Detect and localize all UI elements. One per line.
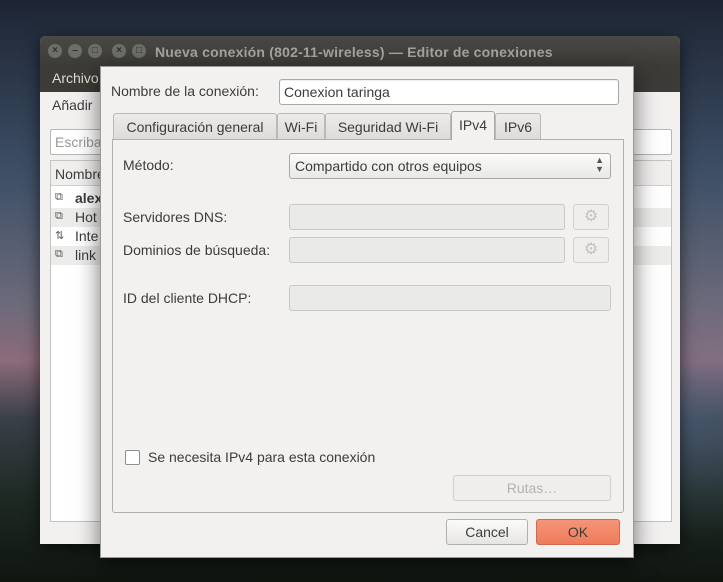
maximize-window-icon[interactable]: □ xyxy=(88,44,102,58)
connection-settings-dialog: Nombre de la conexión: Conexion taringa … xyxy=(100,66,634,558)
tab-label: IPv6 xyxy=(503,119,532,135)
dns-servers-label: Servidores DNS: xyxy=(123,209,228,225)
tab-ipv6[interactable]: IPv6 xyxy=(495,113,541,140)
tab-ipv4[interactable]: IPv4 xyxy=(451,111,495,140)
method-value: Compartido con otros equipos xyxy=(295,158,482,174)
list-item-label: link xyxy=(75,247,97,263)
method-label: Método: xyxy=(123,157,174,173)
cancel-button-label: Cancel xyxy=(465,524,509,540)
require-ipv4-label: Se necesita IPv4 para esta conexión xyxy=(148,449,376,465)
menu-archivo[interactable]: Archivo xyxy=(52,70,99,86)
minimize-window-icon[interactable]: – xyxy=(68,44,82,58)
wifi-icon: ⧉ xyxy=(55,248,63,260)
maximize-dialog-icon[interactable]: □ xyxy=(132,44,146,58)
tab-label: Wi-Fi xyxy=(284,119,318,135)
ok-button[interactable]: OK xyxy=(536,519,620,545)
tab-seguridad-wifi[interactable]: Seguridad Wi-Fi xyxy=(325,113,451,140)
wifi-icon: ⧉ xyxy=(55,210,63,222)
connection-name-value: Conexion taringa xyxy=(284,84,390,100)
list-item-label: Inte xyxy=(75,228,99,244)
window-titlebar: × – □ × □ Nueva conexión (802-11-wireles… xyxy=(40,36,680,66)
tab-label: IPv4 xyxy=(458,117,487,133)
method-select[interactable]: Compartido con otros equipos ▲ ▼ xyxy=(289,153,611,179)
routes-button-label: Rutas… xyxy=(506,480,558,496)
routes-button[interactable]: Rutas… xyxy=(453,475,611,501)
dns-servers-input[interactable] xyxy=(289,204,565,230)
list-header-name: Nombre xyxy=(55,166,105,182)
close-window-icon[interactable]: × xyxy=(48,44,62,58)
wifi-icon: ⧉ xyxy=(55,191,63,203)
search-domains-gear-icon[interactable]: ⚙ xyxy=(573,237,609,263)
ok-button-label: OK xyxy=(567,524,589,540)
search-placeholder: Escriba xyxy=(55,134,102,150)
search-domains-input[interactable] xyxy=(289,237,565,263)
search-domains-label: Dominios de búsqueda: xyxy=(123,242,271,258)
tab-configuracion-general[interactable]: Configuración general xyxy=(113,113,277,140)
tab-wifi[interactable]: Wi-Fi xyxy=(277,113,325,140)
wired-icon: ⇅ xyxy=(55,230,65,242)
dns-gear-icon[interactable]: ⚙ xyxy=(573,204,609,230)
list-item-label: Hot xyxy=(75,209,97,225)
connection-name-label: Nombre de la conexión: xyxy=(111,83,259,99)
close-dialog-icon[interactable]: × xyxy=(112,44,126,58)
cancel-button[interactable]: Cancel xyxy=(446,519,528,545)
updown-arrow-icon: ▲ ▼ xyxy=(595,155,604,174)
list-item-label: alex xyxy=(75,190,103,206)
dhcp-client-id-label: ID del cliente DHCP: xyxy=(123,290,252,306)
tab-label: Configuración general xyxy=(126,119,264,135)
add-connection-button[interactable]: Añadir xyxy=(52,97,92,113)
connection-name-input[interactable]: Conexion taringa xyxy=(279,79,619,105)
dhcp-client-id-input[interactable] xyxy=(289,285,611,311)
tab-label: Seguridad Wi-Fi xyxy=(337,119,439,135)
require-ipv4-checkbox[interactable] xyxy=(125,450,140,465)
window-title: Nueva conexión (802-11-wireless) — Edito… xyxy=(155,44,553,60)
ipv4-settings-panel: Método: Compartido con otros equipos ▲ ▼ … xyxy=(112,139,624,513)
